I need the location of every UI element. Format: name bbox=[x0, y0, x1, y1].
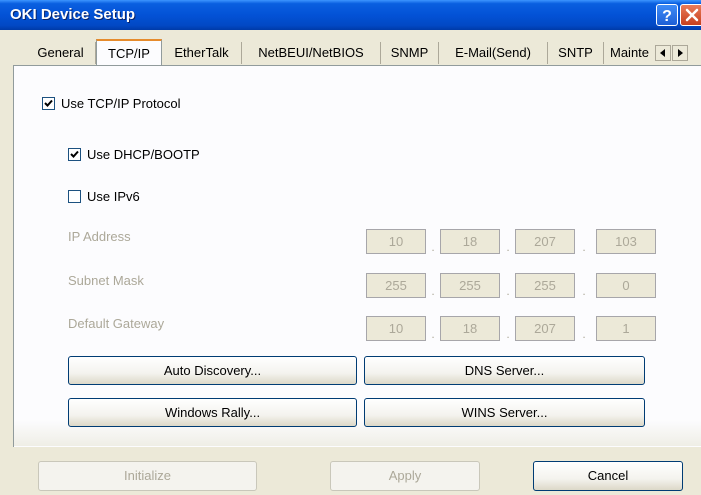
ip-address-octet-4[interactable]: 103 bbox=[596, 229, 656, 254]
tab-mainte[interactable]: Mainte bbox=[604, 42, 655, 64]
title-bar[interactable]: OKI Device Setup ? bbox=[0, 0, 701, 30]
subnet-mask-octet-4[interactable]: 0 bbox=[596, 273, 656, 298]
tab-sntp[interactable]: SNTP bbox=[548, 42, 604, 64]
octet-separator: . bbox=[582, 327, 586, 341]
help-icon: ? bbox=[662, 8, 672, 25]
checkbox-box[interactable] bbox=[68, 148, 81, 161]
octet-separator: . bbox=[506, 240, 510, 254]
window-title: OKI Device Setup bbox=[10, 6, 136, 23]
oki-device-setup-window: OKI Device Setup ? General TCP/IP EtherT… bbox=[0, 0, 701, 495]
ip-address-label: IP Address bbox=[68, 229, 131, 244]
tab-ethertalk[interactable]: EtherTalk bbox=[162, 42, 242, 64]
subnet-mask-octet-1[interactable]: 255 bbox=[366, 273, 426, 298]
octet-separator: . bbox=[431, 327, 435, 341]
checkmark-icon bbox=[70, 150, 79, 158]
close-icon bbox=[685, 8, 699, 22]
use-ipv6-checkbox[interactable]: Use IPv6 bbox=[68, 189, 218, 205]
arrow-left-icon bbox=[660, 49, 665, 57]
cancel-button[interactable]: Cancel bbox=[533, 461, 683, 491]
octet-separator: . bbox=[506, 327, 510, 341]
dns-server-button[interactable]: DNS Server... bbox=[364, 356, 645, 385]
apply-button[interactable]: Apply bbox=[330, 461, 480, 491]
auto-discovery-button[interactable]: Auto Discovery... bbox=[68, 356, 357, 385]
checkmark-icon bbox=[44, 99, 53, 107]
ip-address-octet-1[interactable]: 10 bbox=[366, 229, 426, 254]
use-dhcp-checkbox[interactable]: Use DHCP/BOOTP bbox=[68, 147, 268, 163]
default-gateway-octet-4[interactable]: 1 bbox=[596, 316, 656, 341]
subnet-mask-label: Subnet Mask bbox=[68, 273, 144, 288]
use-dhcp-label: Use DHCP/BOOTP bbox=[87, 147, 200, 162]
help-button[interactable]: ? bbox=[656, 4, 678, 26]
subnet-mask-octet-2[interactable]: 255 bbox=[440, 273, 500, 298]
octet-separator: . bbox=[582, 284, 586, 298]
octet-separator: . bbox=[582, 240, 586, 254]
checkbox-box[interactable] bbox=[68, 190, 81, 203]
default-gateway-octet-1[interactable]: 10 bbox=[366, 316, 426, 341]
tab-scroll-right-button[interactable] bbox=[672, 45, 688, 61]
tab-snmp[interactable]: SNMP bbox=[381, 42, 439, 64]
subnet-mask-octet-3[interactable]: 255 bbox=[515, 273, 575, 298]
arrow-right-icon bbox=[678, 49, 683, 57]
checkbox-box[interactable] bbox=[42, 97, 55, 110]
tab-general[interactable]: General bbox=[26, 42, 96, 64]
svg-text:?: ? bbox=[662, 8, 672, 25]
octet-separator: . bbox=[506, 284, 510, 298]
windows-rally-button[interactable]: Windows Rally... bbox=[68, 398, 357, 427]
tcpip-tab-panel bbox=[13, 65, 701, 447]
tab-email-send[interactable]: E-Mail(Send) bbox=[439, 42, 548, 64]
octet-separator: . bbox=[431, 284, 435, 298]
default-gateway-label: Default Gateway bbox=[68, 316, 165, 331]
tab-netbeui-netbios[interactable]: NetBEUI/NetBIOS bbox=[242, 42, 381, 64]
use-tcpip-checkbox[interactable]: Use TCP/IP Protocol bbox=[42, 96, 242, 112]
initialize-button[interactable]: Initialize bbox=[38, 461, 257, 491]
ip-address-octet-2[interactable]: 18 bbox=[440, 229, 500, 254]
ip-address-octet-3[interactable]: 207 bbox=[515, 229, 575, 254]
tab-strip: General TCP/IP EtherTalk NetBEUI/NetBIOS… bbox=[0, 39, 701, 65]
default-gateway-octet-3[interactable]: 207 bbox=[515, 316, 575, 341]
tab-tcpip[interactable]: TCP/IP bbox=[96, 39, 162, 65]
tab-scroll-left-button[interactable] bbox=[655, 45, 671, 61]
wins-server-button[interactable]: WINS Server... bbox=[364, 398, 645, 427]
default-gateway-octet-2[interactable]: 18 bbox=[440, 316, 500, 341]
use-ipv6-label: Use IPv6 bbox=[87, 189, 140, 204]
octet-separator: . bbox=[431, 240, 435, 254]
close-button[interactable] bbox=[680, 4, 701, 26]
use-tcpip-label: Use TCP/IP Protocol bbox=[61, 96, 181, 111]
